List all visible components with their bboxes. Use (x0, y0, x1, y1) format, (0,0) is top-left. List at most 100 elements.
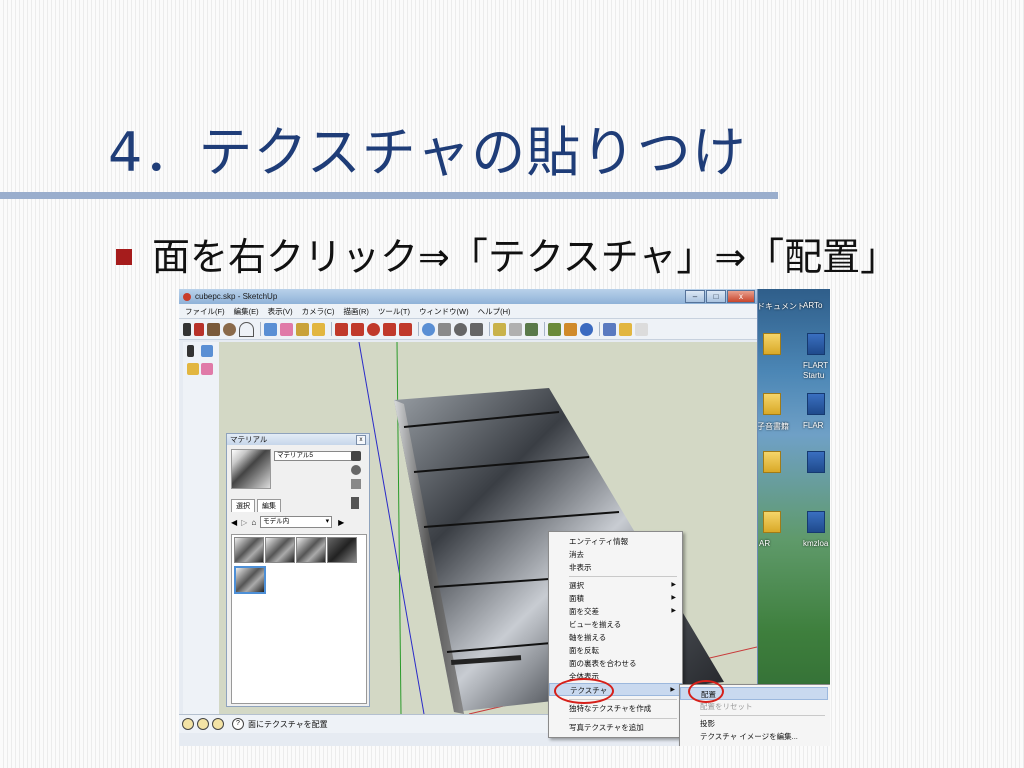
create-material-icon[interactable] (351, 451, 361, 461)
window-titlebar[interactable]: cubepc.skp - SketchUp – □ x (179, 289, 757, 304)
paint-bucket-icon[interactable] (187, 363, 199, 375)
ctx-reverse-face[interactable]: 面を反転 (549, 644, 682, 657)
tab-select[interactable]: 選択 (231, 499, 255, 512)
ctx-orient-faces[interactable]: 面の裏表を合わせる (549, 657, 682, 670)
eyedropper-icon[interactable] (351, 497, 359, 509)
title-divider (0, 192, 778, 199)
app-shortcut-icon[interactable] (807, 393, 825, 415)
photo-texture-icon[interactable] (603, 322, 616, 336)
circle-tool-icon[interactable] (223, 322, 236, 336)
geo-location-icon[interactable] (182, 718, 194, 730)
maximize-button[interactable]: □ (706, 290, 726, 303)
zoom-window-icon[interactable] (470, 322, 483, 336)
folder-icon[interactable] (763, 393, 781, 415)
select-tool-icon[interactable] (183, 322, 191, 336)
next-view-icon[interactable] (509, 322, 522, 336)
minimize-button[interactable]: – (685, 290, 705, 303)
credits-icon[interactable] (197, 718, 209, 730)
ctx-select[interactable]: 選択 ▶ (549, 579, 682, 592)
materials-panel-title[interactable]: マテリアル x (227, 434, 369, 445)
tab-edit[interactable]: 編集 (257, 499, 281, 512)
default-material-icon[interactable] (351, 479, 361, 489)
menu-draw[interactable]: 描画(R) (344, 306, 369, 317)
tape-measure-icon[interactable] (296, 322, 309, 336)
select-tool-icon[interactable] (187, 345, 194, 357)
forward-arrow-icon[interactable]: ▷ (241, 518, 247, 527)
position-camera-icon[interactable] (525, 322, 538, 336)
material-swatch[interactable] (265, 537, 295, 563)
orbit-tool-icon[interactable] (422, 322, 435, 336)
app-shortcut-icon[interactable] (807, 451, 825, 473)
details-arrow-icon[interactable]: ▶ (338, 518, 344, 527)
arc-tool-icon[interactable] (239, 321, 254, 337)
previous-view-icon[interactable] (493, 322, 506, 336)
make-component-icon[interactable] (264, 322, 277, 336)
extension-icon[interactable] (635, 322, 648, 336)
ctx-area[interactable]: 面積 ▶ (549, 592, 682, 605)
menu-camera[interactable]: カメラ(C) (302, 306, 335, 317)
menu-tools[interactable]: ツール(T) (378, 306, 410, 317)
bullet-item: 面を右クリック⇒「テクスチャ」⇒「配置」 (116, 226, 898, 281)
material-name-field[interactable]: マテリアル5 (274, 451, 352, 461)
folder-icon[interactable] (763, 333, 781, 355)
menu-bar: ファイル(F) 編集(E) 表示(V) カメラ(C) 描画(R) ツール(T) … (179, 304, 757, 319)
ctx-add-photo-texture[interactable]: 写真テクスチャを追加 (549, 721, 682, 734)
menu-window[interactable]: ウィンドウ(W) (419, 306, 469, 317)
ctx-make-unique-texture[interactable]: 独特なテクスチャを作成 (549, 702, 682, 715)
app-shortcut-icon[interactable] (807, 511, 825, 533)
get-models-icon[interactable] (548, 322, 561, 336)
back-arrow-icon[interactable]: ◀ (231, 518, 237, 527)
ctx-intersect[interactable]: 面を交差 ▶ (549, 605, 682, 618)
scale-tool-icon[interactable] (399, 322, 412, 336)
follow-me-icon[interactable] (383, 322, 396, 336)
ctx-align-axes[interactable]: 軸を揃える (549, 631, 682, 644)
rotate-tool-icon[interactable] (367, 322, 380, 336)
ctx-erase[interactable]: 消去 (549, 548, 682, 561)
move-tool-icon[interactable] (351, 322, 364, 336)
desktop-background: ドキュメント ARTo FLART Startu 子音書籍 FLAR AR km… (757, 289, 830, 746)
eraser-tool-icon[interactable] (201, 363, 213, 375)
eraser-tool-icon[interactable] (280, 322, 293, 336)
highlight-oval-position (688, 680, 724, 703)
menu-file[interactable]: ファイル(F) (185, 306, 225, 317)
share-model-icon[interactable] (564, 322, 577, 336)
ctx-hide[interactable]: 非表示 (549, 561, 682, 574)
help-icon[interactable]: ? (232, 718, 244, 730)
folder-icon[interactable] (763, 451, 781, 473)
menu-help[interactable]: ヘルプ(H) (478, 306, 511, 317)
home-icon[interactable]: ⌂ (251, 518, 256, 527)
google-earth-icon[interactable] (580, 322, 593, 336)
context-menu: エンティティ情報 消去 非表示 選択 ▶ 面積 ▶ 面を交差 ▶ ビューを揃える 軸を… (548, 531, 683, 738)
warehouse-icon[interactable] (619, 322, 632, 336)
toolbar-separator (260, 322, 261, 336)
folder-icon[interactable] (763, 511, 781, 533)
material-swatch[interactable] (234, 537, 264, 563)
paint-bucket-icon[interactable] (312, 322, 325, 336)
desktop-label-flar: FLAR (803, 421, 824, 430)
pan-tool-icon[interactable] (438, 322, 451, 336)
component-tool-icon[interactable] (201, 345, 213, 357)
pencil-tool-icon[interactable] (194, 322, 204, 336)
bullet-square-icon (116, 248, 132, 265)
material-swatch-selected[interactable] (234, 566, 266, 594)
materials-nav: ◀ ▷ ⌂ モデル内 ▶ (231, 515, 365, 529)
material-swatch[interactable] (327, 537, 357, 563)
menu-view[interactable]: 表示(V) (268, 306, 293, 317)
ctx-align-view[interactable]: ビューを揃える (549, 618, 682, 631)
toolbar-separator (331, 322, 332, 336)
materials-close-button[interactable]: x (356, 435, 366, 445)
menu-edit[interactable]: 編集(E) (234, 306, 259, 317)
rectangle-tool-icon[interactable] (207, 322, 220, 336)
submenu-projected[interactable]: 投影 (680, 717, 828, 730)
collection-select[interactable]: モデル内 (260, 516, 333, 528)
material-swatch[interactable] (296, 537, 326, 563)
sample-paint-icon[interactable] (351, 465, 361, 475)
submenu-edit-texture-image[interactable]: テクスチャ イメージを編集... (680, 730, 828, 743)
close-button[interactable]: x (727, 290, 755, 303)
user-icon[interactable] (212, 718, 224, 730)
push-pull-icon[interactable] (335, 322, 348, 336)
ctx-entity-info[interactable]: エンティティ情報 (549, 535, 682, 548)
desktop-label-kmzloa: kmzloa (803, 539, 829, 548)
app-shortcut-icon[interactable] (807, 333, 825, 355)
zoom-tool-icon[interactable] (454, 322, 467, 336)
